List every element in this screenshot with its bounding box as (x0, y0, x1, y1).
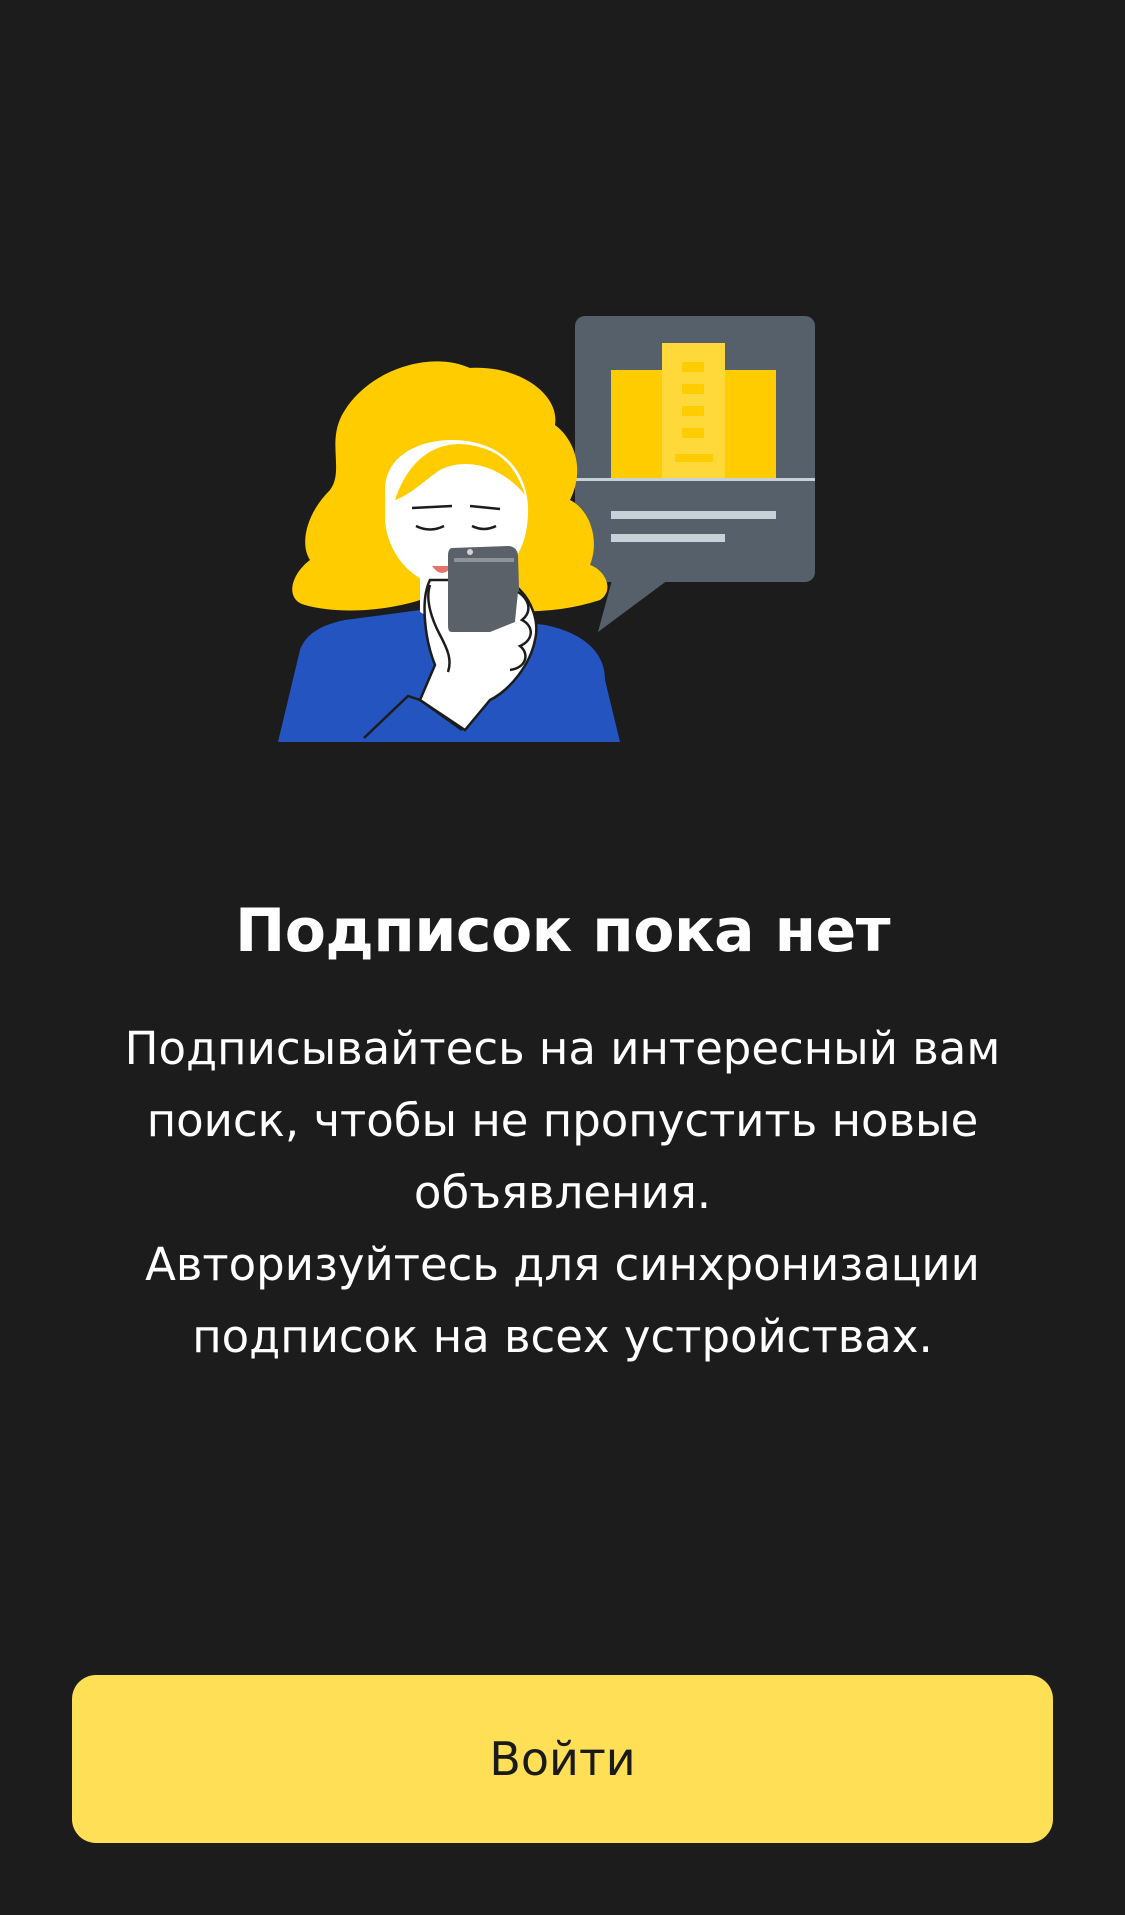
description-line: Подписывайтесь на интересный вам поиск, … (124, 1022, 1001, 1219)
login-button[interactable]: Войти (72, 1675, 1053, 1843)
login-button-label: Войти (489, 1732, 636, 1786)
speech-bubble-icon (575, 316, 815, 632)
empty-state-title: Подписок пока нет (235, 896, 891, 966)
subscriptions-empty-screen: Подписок пока нет Подписывайтесь на инте… (0, 0, 1125, 1915)
empty-state-description: Подписывайтесь на интересный вам поиск, … (80, 1013, 1045, 1373)
phone-icon (448, 546, 520, 632)
description-line: Авторизуйтесь для синхронизации подписок… (145, 1238, 980, 1363)
woman-reading-phone-illustration (278, 316, 815, 742)
